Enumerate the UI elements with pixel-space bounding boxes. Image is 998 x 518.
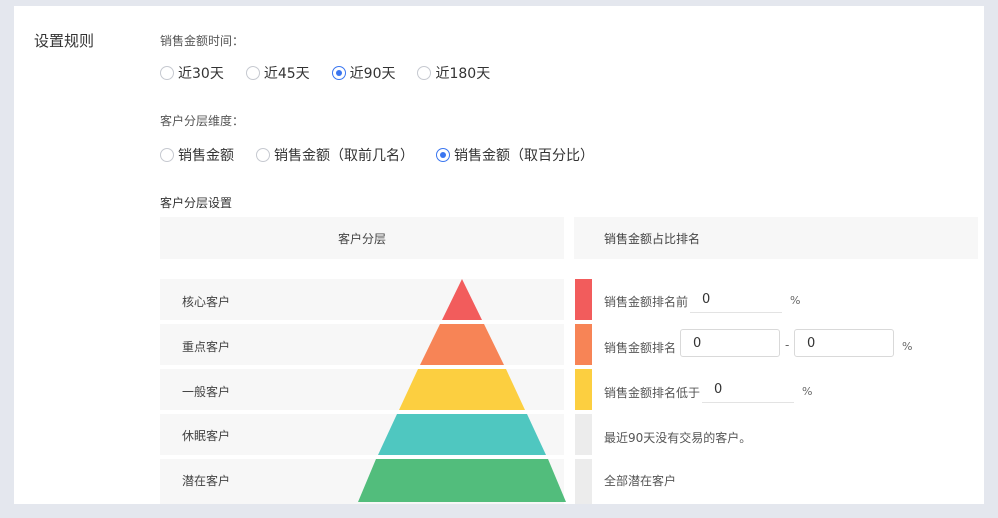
tier-color-swatch <box>575 369 592 410</box>
pyramid-general <box>399 369 525 410</box>
radio-icon <box>256 148 270 162</box>
percent-unit: % <box>802 385 813 398</box>
radio-icon <box>417 66 432 80</box>
col-header-rank: 销售金额占比排名 <box>574 217 978 259</box>
pyramid-potential <box>358 459 566 502</box>
rank-criteria-text: 销售金额排名前 <box>604 295 689 309</box>
tier-label: 休眠客户 <box>182 429 231 443</box>
dimension-radio-group: 销售金额 销售金额（取前几名） 销售金额（取百分比） <box>160 145 616 165</box>
pyramid-key <box>420 324 504 365</box>
dimension-label: 客户分层维度： <box>160 114 245 128</box>
customer-tier-pyramid <box>358 279 566 502</box>
radio-checked-icon <box>436 148 450 162</box>
pyramid-dormant <box>378 414 546 455</box>
radio-180-days[interactable]: 近180天 <box>417 63 490 83</box>
rank-criteria-text: 最近90天没有交易的客户。 <box>604 431 752 445</box>
tier-color-swatch <box>575 324 592 365</box>
core-percent-input[interactable]: 0 <box>690 287 782 313</box>
rank-criteria-text: 销售金额排名 <box>604 341 677 355</box>
radio-icon <box>160 66 174 80</box>
tier-settings-title: 客户分层设置 <box>160 196 233 210</box>
radio-30-days[interactable]: 近30天 <box>160 63 224 83</box>
key-percent-from-input[interactable]: 0 <box>680 329 780 357</box>
time-label: 销售金额时间： <box>160 34 245 48</box>
radio-label: 销售金额（取前几名） <box>274 148 414 164</box>
tier-color-swatch <box>575 414 592 455</box>
radio-icon <box>160 148 174 162</box>
tier-label: 一般客户 <box>182 385 231 399</box>
radio-label: 近180天 <box>435 66 491 82</box>
settings-card: 设置规则 销售金额时间： 近30天 近45天 近90天 近180天 客户分层维度… <box>14 6 984 504</box>
radio-sales-top-n[interactable]: 销售金额（取前几名） <box>256 145 414 165</box>
radio-45-days[interactable]: 近45天 <box>245 63 310 83</box>
radio-sales-amount[interactable]: 销售金额 <box>160 145 234 165</box>
range-dash: - <box>785 338 790 352</box>
time-radio-group: 近30天 近45天 近90天 近180天 <box>160 63 512 83</box>
radio-sales-percent[interactable]: 销售金额（取百分比） <box>436 145 594 165</box>
radio-icon <box>245 66 260 80</box>
radio-label: 近30天 <box>178 66 224 82</box>
radio-label: 近45天 <box>263 66 310 82</box>
tier-label: 核心客户 <box>182 295 231 309</box>
col-header-tier: 客户分层 <box>160 217 564 259</box>
rank-criteria-text: 全部潜在客户 <box>604 474 677 488</box>
pyramid-core <box>442 279 482 320</box>
tier-color-swatch <box>575 279 592 320</box>
tier-label: 重点客户 <box>182 340 231 354</box>
percent-unit: % <box>902 340 913 353</box>
radio-90-days[interactable]: 近90天 <box>331 63 396 83</box>
radio-checked-icon <box>331 66 346 80</box>
section-title: 设置规则 <box>34 32 95 50</box>
tier-color-swatch <box>575 459 592 504</box>
percent-unit: % <box>790 294 801 307</box>
radio-label: 近90天 <box>349 66 396 82</box>
radio-label: 销售金额 <box>178 148 234 164</box>
key-percent-to-input[interactable]: 0 <box>794 329 894 357</box>
tier-label: 潜在客户 <box>182 474 231 488</box>
rank-criteria-text: 销售金额排名低于 <box>604 386 701 400</box>
radio-label: 销售金额（取百分比） <box>454 148 594 164</box>
general-percent-input[interactable]: 0 <box>702 377 794 403</box>
